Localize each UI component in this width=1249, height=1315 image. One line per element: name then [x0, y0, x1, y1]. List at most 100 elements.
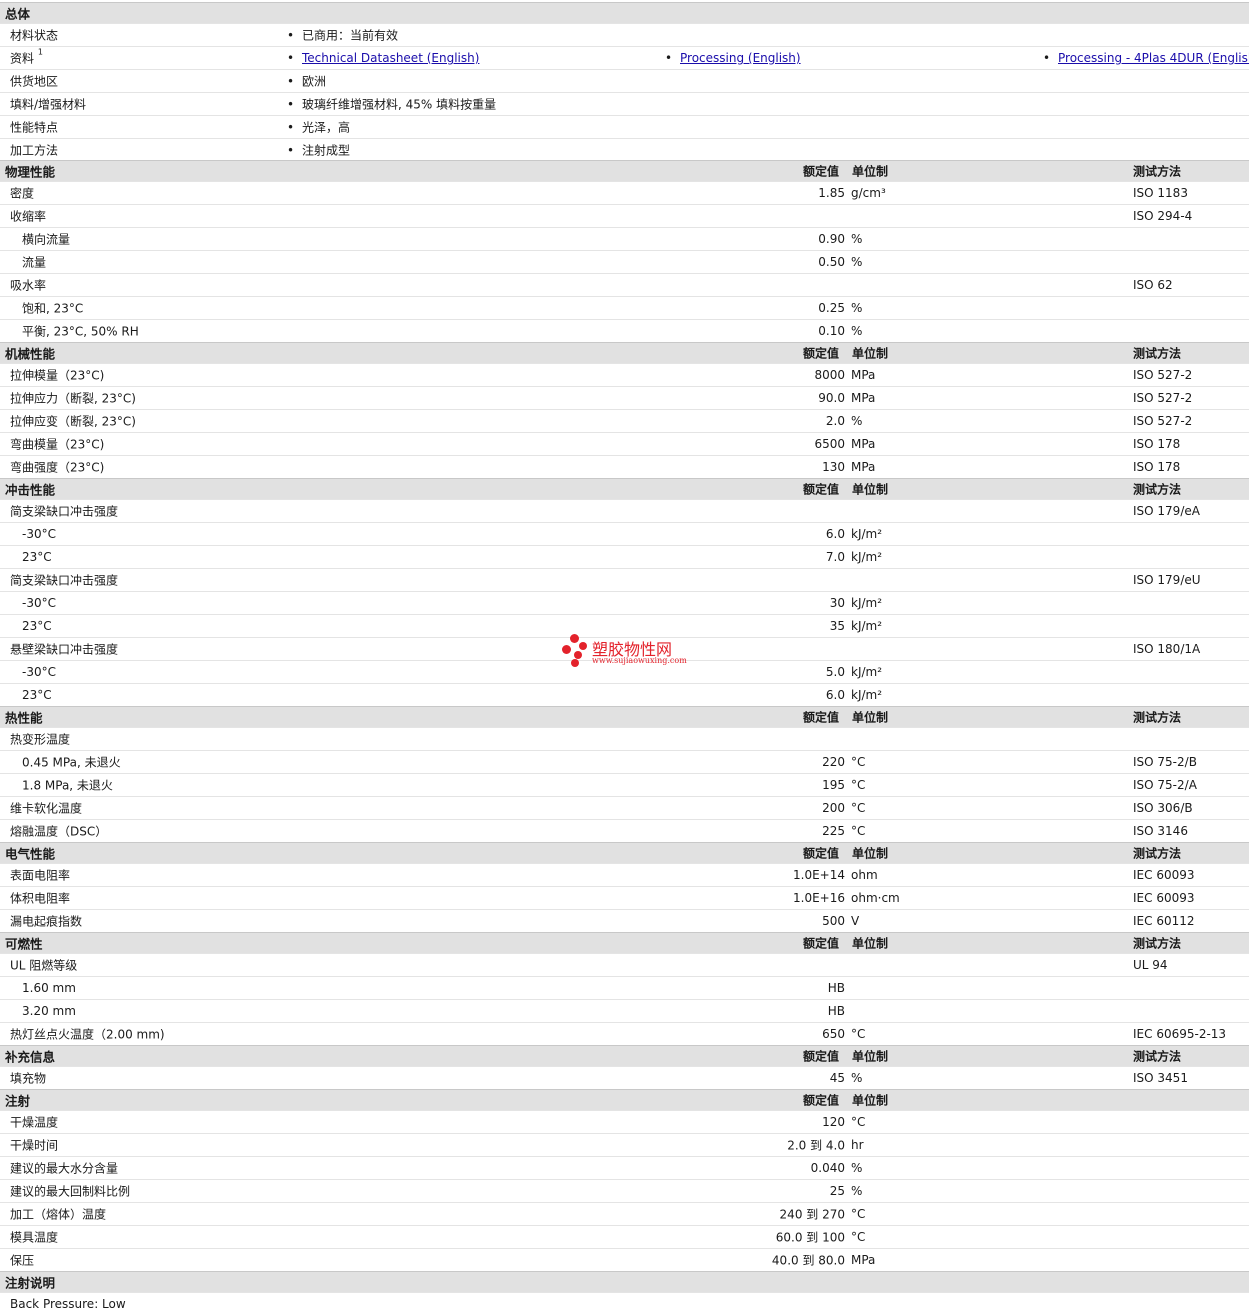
property-label: 饱和, 23°C — [22, 301, 84, 316]
property-row: 0.45 MPa, 未退火 220 °C ISO 75-2/B — [0, 750, 1249, 773]
property-row: 热灯丝点火温度（2.00 mm) 650 °C IEC 60695-2-13 — [0, 1022, 1249, 1045]
column-header-test: 测试方法 — [1133, 846, 1182, 861]
property-test-method: IEC 60112 — [1133, 914, 1195, 928]
property-row: 流量 0.50% — [0, 250, 1249, 273]
docs-label: 资料 — [10, 51, 35, 66]
property-unit: ohm·cm — [851, 891, 900, 905]
column-header-value: 额定值 — [803, 164, 840, 179]
property-row: 模具温度 60.0 到 100 °C — [0, 1225, 1249, 1248]
column-header-test: 测试方法 — [1133, 346, 1182, 361]
property-unit: % — [851, 1161, 863, 1175]
column-header-value: 额定值 — [803, 482, 840, 497]
property-label: 1.8 MPa, 未退火 — [22, 778, 113, 793]
section-title: 注射 — [5, 1093, 31, 1109]
property-label: 加工（熔体）温度 — [10, 1207, 107, 1222]
property-row: 填充物 45% ISO 3451 — [0, 1066, 1249, 1089]
property-row: 弯曲模量（23°C) 6500 MPa ISO 178 — [0, 432, 1249, 455]
property-label: UL 阻燃等级 — [10, 958, 78, 973]
processing-link[interactable]: Processing (English) — [680, 51, 801, 65]
property-row: 拉伸应力（断裂, 23°C) 90.0 MPa ISO 527-2 — [0, 386, 1249, 409]
property-label: 建议的最大回制料比例 — [10, 1184, 131, 1199]
property-row: 表面电阻率 1.0E+14 ohm IEC 60093 — [0, 863, 1249, 886]
property-label: 流量 — [22, 255, 47, 270]
bullet-item: 光泽，高 — [289, 119, 350, 136]
property-row: 拉伸应变（断裂, 23°C) 2.0% ISO 527-2 — [0, 409, 1249, 432]
property-test-method: ISO 179/eU — [1133, 573, 1201, 587]
doc-item: Technical Datasheet (English) — [289, 51, 479, 65]
property-value: 195 — [822, 778, 845, 792]
property-value: 6500 — [814, 437, 845, 451]
property-test-method: ISO 527-2 — [1133, 414, 1193, 428]
section-header-flammability: 可燃性 额定值 单位制 测试方法 — [0, 932, 1249, 953]
property-value: 0.10 — [818, 324, 845, 338]
property-row: 建议的最大回制料比例 25% — [0, 1179, 1249, 1202]
bullet-item: 玻璃纤维增强材料, 45% 填料按重量 — [289, 96, 496, 113]
property-unit: MPa — [851, 460, 876, 474]
property-row: 1.60 mm HB — [0, 976, 1249, 999]
property-row: 漏电起痕指数 500 V IEC 60112 — [0, 909, 1249, 932]
column-header-unit: 单位制 — [852, 846, 889, 861]
property-value: 2.0 到 4.0 — [787, 1138, 845, 1153]
property-unit: % — [851, 1184, 863, 1198]
property-value: 220 — [822, 755, 845, 769]
property-row: 熔融温度（DSC） 225 °C ISO 3146 — [0, 819, 1249, 842]
technical-datasheet-link[interactable]: Technical Datasheet (English) — [302, 51, 479, 65]
property-value: 1.85 — [818, 186, 845, 200]
watermark-logo: 塑胶物性网 www.sujiaowuxing.com — [562, 634, 692, 670]
property-label: 简支梁缺口冲击强度 — [10, 504, 119, 519]
section-title: 热性能 — [5, 710, 43, 726]
property-value: HB — [827, 1004, 845, 1018]
section-title: 注射说明 — [5, 1275, 56, 1291]
bullet-text: 欧洲 — [302, 74, 327, 89]
property-row: 干燥温度 120 °C — [0, 1110, 1249, 1133]
property-value: 130 — [822, 460, 845, 474]
column-header-value: 额定值 — [803, 710, 840, 725]
property-value: 40.0 到 80.0 — [771, 1253, 845, 1268]
property-unit: °C — [851, 1230, 866, 1244]
property-label: 表面电阻率 — [10, 868, 71, 883]
property-test-method: IEC 60093 — [1133, 891, 1195, 905]
row-label: 填料/增强材料 — [10, 97, 87, 112]
property-label: 热变形温度 — [10, 732, 71, 747]
section-header-mechanical: 机械性能 额定值 单位制 测试方法 — [0, 342, 1249, 363]
property-unit: MPa — [851, 1253, 876, 1267]
property-label: 拉伸应力（断裂, 23°C) — [10, 391, 136, 406]
property-label: 干燥时间 — [10, 1138, 59, 1153]
property-test-method: ISO 527-2 — [1133, 368, 1193, 382]
property-unit: kJ/m² — [851, 596, 883, 610]
property-value: 60.0 到 100 — [775, 1230, 845, 1245]
bullet-item: 欧洲 — [289, 73, 326, 90]
property-value: 0.040 — [810, 1161, 845, 1175]
row-filler: 填料/增强材料 玻璃纤维增强材料, 45% 填料按重量 — [0, 92, 1249, 115]
property-test-method: ISO 75-2/B — [1133, 755, 1197, 769]
property-row: 简支梁缺口冲击强度 ISO 179/eA — [0, 499, 1249, 522]
property-unit: % — [851, 414, 863, 428]
property-row: 保压 40.0 到 80.0 MPa — [0, 1248, 1249, 1271]
property-row: 拉伸模量（23°C) 8000 MPa ISO 527-2 — [0, 363, 1249, 386]
row-label: 材料状态 — [10, 28, 59, 43]
column-header-unit: 单位制 — [852, 936, 889, 951]
property-unit: MPa — [851, 368, 876, 382]
property-label: 体积电阻率 — [10, 891, 71, 906]
property-test-method: ISO 1183 — [1133, 186, 1188, 200]
column-header-unit: 单位制 — [852, 482, 889, 497]
property-label: 拉伸模量（23°C) — [10, 368, 105, 383]
section-title: 补充信息 — [5, 1049, 56, 1065]
property-value: 1.0E+14 — [793, 868, 845, 882]
property-value: 7.0 — [825, 550, 845, 564]
watermark-url: www.sujiaowuxing.com — [592, 656, 687, 665]
column-header-value: 额定值 — [803, 1049, 840, 1064]
property-row: 3.20 mm HB — [0, 999, 1249, 1022]
property-row: 简支梁缺口冲击强度 ISO 179/eU — [0, 568, 1249, 591]
section-header-electrical: 电气性能 额定值 单位制 测试方法 — [0, 842, 1249, 863]
property-row: 平衡, 23°C, 50% RH 0.10% — [0, 319, 1249, 342]
section-title: 总体 — [5, 6, 31, 22]
section-header-general: 总体 — [0, 2, 1249, 23]
property-unit: % — [851, 232, 863, 246]
property-test-method: ISO 178 — [1133, 437, 1181, 451]
property-test-method: IEC 60093 — [1133, 868, 1195, 882]
section-header-injection-notes: 注射说明 — [0, 1271, 1249, 1292]
property-value: 0.90 — [818, 232, 845, 246]
processing-4plas-link[interactable]: Processing - 4Plas 4DUR (English — [1058, 51, 1249, 65]
property-label: 填充物 — [10, 1071, 47, 1086]
